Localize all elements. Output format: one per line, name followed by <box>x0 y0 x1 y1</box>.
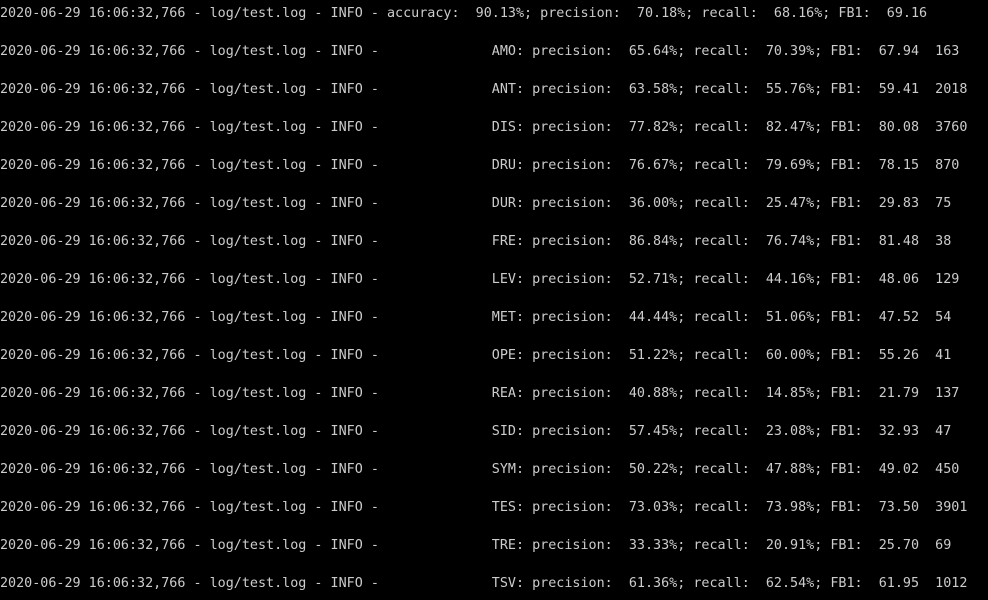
log-line-accuracy: 2020-06-29 16:06:32,766 - log/test.log -… <box>0 6 928 21</box>
log-line-amo: 2020-06-29 16:06:32,766 - log/test.log -… <box>0 44 960 59</box>
log-line-tsv: 2020-06-29 16:06:32,766 - log/test.log -… <box>0 576 968 591</box>
log-line-tes: 2020-06-29 16:06:32,766 - log/test.log -… <box>0 500 968 515</box>
log-line-dru: 2020-06-29 16:06:32,766 - log/test.log -… <box>0 158 960 173</box>
log-line-tre: 2020-06-29 16:06:32,766 - log/test.log -… <box>0 538 952 553</box>
log-line-fre: 2020-06-29 16:06:32,766 - log/test.log -… <box>0 234 952 249</box>
log-line-dur: 2020-06-29 16:06:32,766 - log/test.log -… <box>0 196 952 211</box>
terminal-output: 2020-06-29 16:06:32,766 - log/test.log -… <box>0 0 988 600</box>
log-line-sym: 2020-06-29 16:06:32,766 - log/test.log -… <box>0 462 960 477</box>
log-line-lev: 2020-06-29 16:06:32,766 - log/test.log -… <box>0 272 960 287</box>
log-line-met: 2020-06-29 16:06:32,766 - log/test.log -… <box>0 310 952 325</box>
log-line-dis: 2020-06-29 16:06:32,766 - log/test.log -… <box>0 120 968 135</box>
log-line-rea: 2020-06-29 16:06:32,766 - log/test.log -… <box>0 386 960 401</box>
log-line-ope: 2020-06-29 16:06:32,766 - log/test.log -… <box>0 348 952 363</box>
log-line-sid: 2020-06-29 16:06:32,766 - log/test.log -… <box>0 424 952 439</box>
log-line-ant: 2020-06-29 16:06:32,766 - log/test.log -… <box>0 82 968 97</box>
